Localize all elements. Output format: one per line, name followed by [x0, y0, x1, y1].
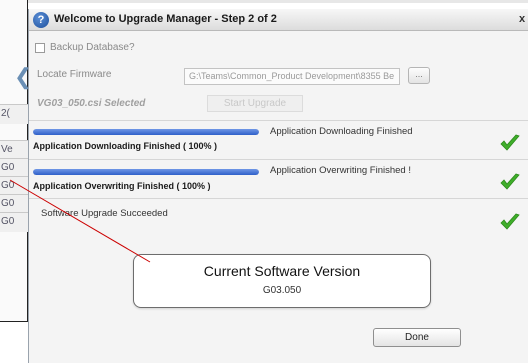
background-row: G0 [0, 194, 28, 214]
locate-firmware-label: Locate Firmware [37, 69, 112, 80]
close-icon[interactable]: x [519, 13, 525, 25]
start-upgrade-button[interactable]: Start Upgrade [207, 95, 303, 112]
background-column-header: Ve [0, 140, 28, 160]
background-window-strip [0, 0, 528, 3]
background-tab[interactable]: 2( [0, 104, 28, 124]
help-icon[interactable]: ? [33, 12, 49, 28]
backup-database-label: Backup Database? [50, 42, 135, 53]
current-version-callout: Current Software Version G03.050 [133, 254, 431, 308]
overwrite-status-percent: Application Overwriting Finished ( 100% … [33, 181, 211, 191]
refresh-arrow-icon: ❮ [14, 64, 33, 89]
background-row: G0 [0, 158, 28, 178]
upgrade-manager-dialog: ? Welcome to Upgrade Manager - Step 2 of… [28, 9, 528, 363]
dialog-titlebar: ? Welcome to Upgrade Manager - Step 2 of… [29, 9, 528, 31]
dialog-title: Welcome to Upgrade Manager - Step 2 of 2 [54, 13, 277, 25]
browse-button[interactable]: ... [408, 67, 430, 84]
firmware-path-field[interactable]: G:\Teams\Common_Product Development\8355… [184, 68, 400, 85]
download-status-text: Application Downloading Finished [270, 126, 413, 137]
current-version-value: G03.050 [262, 285, 302, 296]
overwrite-progress-fill [33, 169, 259, 175]
background-divider [0, 321, 28, 322]
upgrade-success-text: Software Upgrade Succeeded [41, 208, 168, 219]
selected-file-label: VG03_050.csi Selected [37, 98, 146, 109]
overwrite-progress-bar [33, 169, 259, 175]
background-row: G0 [0, 176, 28, 196]
overwrite-status-text: Application Overwriting Finished ! [270, 165, 411, 176]
success-check-icon [500, 213, 520, 230]
current-version-title: Current Software Version [203, 263, 361, 279]
download-status-percent: Application Downloading Finished ( 100% … [33, 141, 218, 151]
background-row: G0 [0, 212, 28, 232]
download-progress-fill [33, 129, 259, 135]
done-button[interactable]: Done [373, 328, 461, 347]
overwrite-check-icon [500, 173, 520, 190]
divider [29, 120, 528, 121]
divider [29, 159, 528, 160]
backup-database-checkbox[interactable] [35, 43, 45, 53]
download-check-icon [500, 134, 520, 151]
download-progress-bar [33, 129, 259, 135]
divider [29, 198, 528, 199]
